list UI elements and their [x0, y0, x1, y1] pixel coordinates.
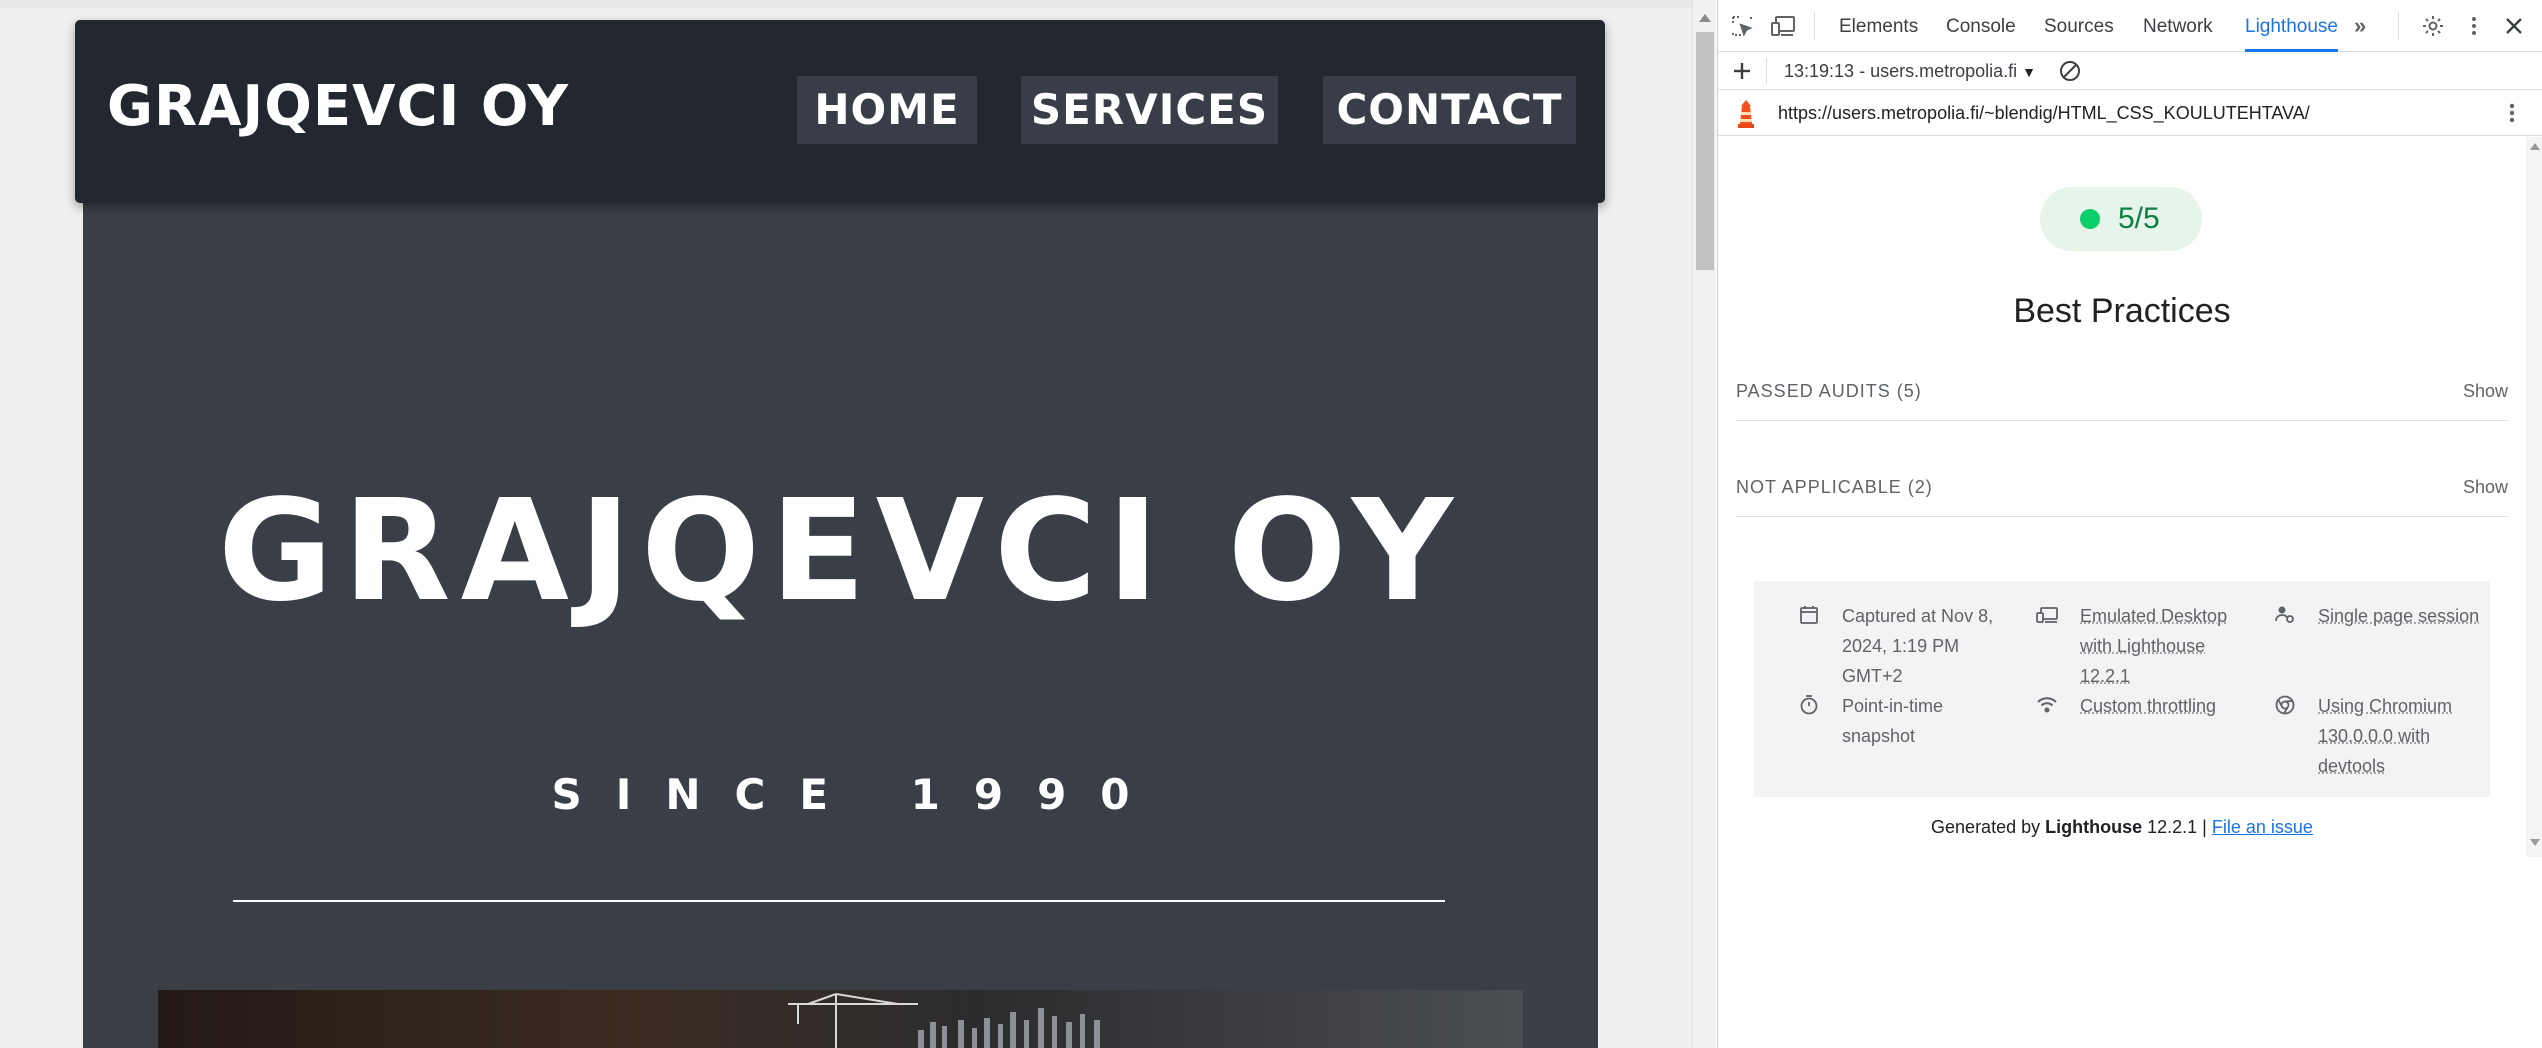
website-viewport: GRAJQEVCI OY SINCE 1990 GRAJQEVCI OY HOM… — [0, 0, 1692, 1048]
tab-elements[interactable]: Elements — [1839, 0, 1918, 52]
new-report-plus-icon[interactable] — [1730, 59, 1754, 83]
audit-group-title: PASSED AUDITS (5) — [1736, 381, 1922, 401]
tab-lighthouse[interactable]: Lighthouse — [2245, 0, 2338, 52]
page-top-border — [0, 0, 1692, 8]
tab-sources[interactable]: Sources — [2044, 0, 2114, 52]
hero-divider — [233, 900, 1445, 902]
hero-section: GRAJQEVCI OY SINCE 1990 — [83, 190, 1598, 1048]
passed-audits-group[interactable]: PASSED AUDITS (5) Show — [1736, 361, 2508, 421]
calendar-icon — [1798, 604, 1822, 628]
toolbar-separator — [1814, 12, 1815, 40]
device-toolbar-icon[interactable] — [1771, 14, 1795, 38]
devtools-panel: Elements Console Sources Network Lightho… — [1717, 0, 2542, 1048]
report-url[interactable]: https://users.metropolia.fi/~blendig/HTM… — [1778, 90, 2310, 136]
run-metadata-box: Captured at Nov 8, 2024, 1:19 PM GMT+2 E… — [1754, 581, 2490, 797]
scroll-up-arrow-icon[interactable] — [2530, 143, 2540, 150]
page-scroll-thumb[interactable] — [1696, 32, 1714, 270]
report-scrollbar[interactable] — [2526, 137, 2542, 857]
report-select-dropdown[interactable]: 13:19:13 - users.metropolia.fi ▼ — [1784, 52, 2036, 90]
score-badge[interactable]: 5/5 — [2040, 187, 2202, 251]
more-options-icon[interactable] — [2462, 14, 2486, 38]
report-footer: Generated by Lighthouse 12.2.1 | File an… — [1931, 817, 2313, 837]
show-not-applicable-button[interactable]: Show — [2463, 477, 2508, 498]
site-header: GRAJQEVCI OY HOME SERVICES CONTACT — [75, 20, 1605, 203]
show-passed-audits-button[interactable]: Show — [2463, 381, 2508, 402]
scroll-up-arrow-icon[interactable] — [1699, 14, 1711, 22]
tab-network[interactable]: Network — [2143, 0, 2213, 52]
pass-indicator-dot — [2080, 209, 2100, 229]
scroll-down-arrow-icon[interactable] — [2530, 839, 2540, 846]
desktop-device-icon — [2036, 604, 2060, 628]
report-select-label: 13:19:13 - users.metropolia.fi — [1784, 61, 2018, 81]
lighthouse-logo-icon — [1734, 100, 1758, 128]
inspect-element-icon[interactable] — [1730, 14, 1754, 38]
skyline-illustration — [788, 993, 1100, 1048]
dropdown-caret-icon: ▼ — [2022, 64, 2036, 80]
score-value: 5/5 — [2118, 202, 2160, 235]
person-session-icon — [2274, 604, 2298, 628]
report-menu-icon[interactable] — [2500, 101, 2524, 125]
file-an-issue-link[interactable]: File an issue — [2212, 817, 2313, 837]
lighthouse-toolbar: 13:19:13 - users.metropolia.fi ▼ — [1718, 52, 2542, 90]
nav-home-button[interactable]: HOME — [797, 76, 977, 144]
lighthouse-report: 5/5 Best Practices PASSED AUDITS (5) Sho… — [1718, 137, 2526, 1048]
close-devtools-icon[interactable] — [2502, 14, 2526, 38]
audit-group-title: NOT APPLICABLE (2) — [1736, 477, 1933, 497]
wifi-signal-icon — [2036, 694, 2060, 718]
clear-reports-icon[interactable] — [2058, 59, 2082, 83]
devtools-tab-bar: Elements Console Sources Network Lightho… — [1718, 0, 2542, 52]
report-url-bar: https://users.metropolia.fi/~blendig/HTM… — [1718, 90, 2542, 136]
construction-skyline-image — [158, 990, 1523, 1048]
category-title: Best Practices — [2013, 292, 2231, 330]
settings-gear-icon[interactable] — [2421, 14, 2445, 38]
toolbar-separator — [1766, 58, 1767, 84]
nav-services-button[interactable]: SERVICES — [1021, 76, 1278, 144]
hero-title: GRAJQEVCI OY — [217, 470, 1464, 633]
toolbar-separator — [2398, 12, 2399, 40]
chromium-logo-icon — [2274, 694, 2298, 718]
nav-contact-button[interactable]: CONTACT — [1323, 76, 1576, 144]
not-applicable-group[interactable]: NOT APPLICABLE (2) Show — [1736, 457, 2508, 517]
site-logo[interactable]: GRAJQEVCI OY — [107, 74, 569, 139]
more-tabs-chevron-icon[interactable]: » — [2354, 14, 2378, 38]
page-scrollbar[interactable] — [1692, 0, 1716, 1048]
stopwatch-icon — [1798, 694, 1822, 718]
tab-console[interactable]: Console — [1946, 0, 2016, 52]
hero-subtitle: SINCE 1990 — [551, 770, 1164, 819]
